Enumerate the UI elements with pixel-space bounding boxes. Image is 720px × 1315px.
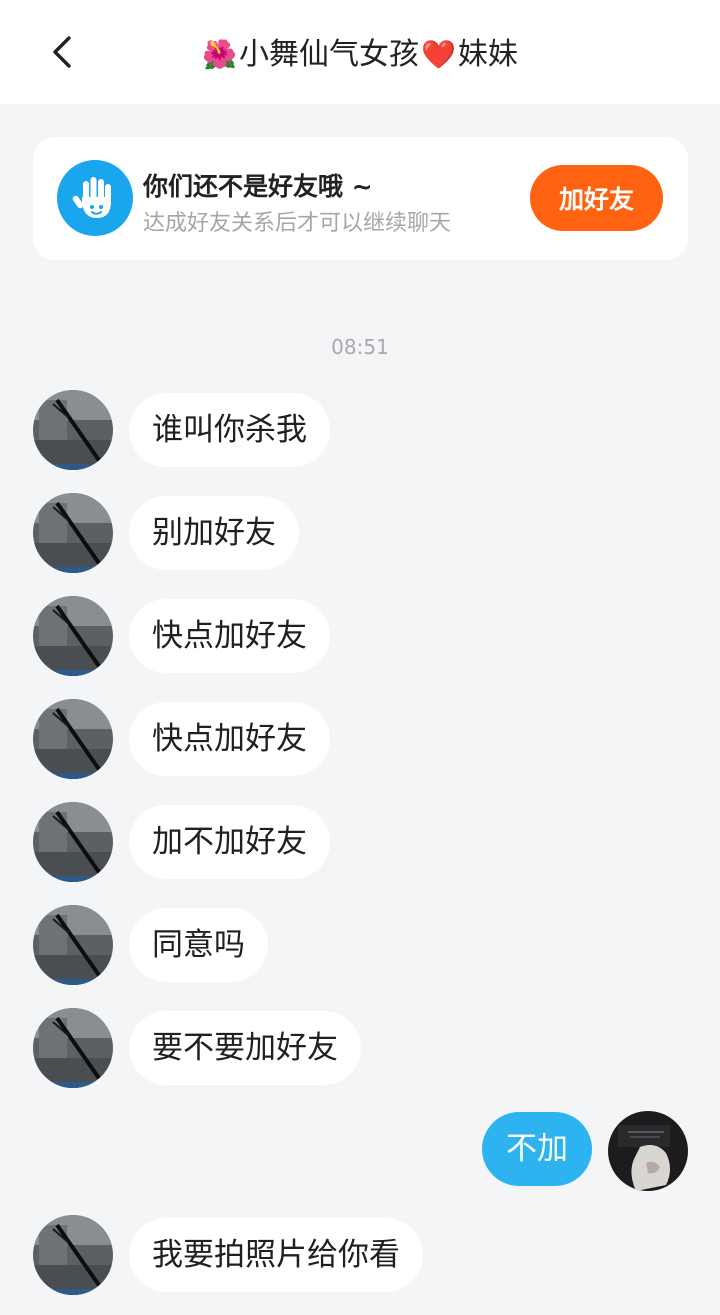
chat-header: 🌺 小舞仙气女孩 ❤️ 妹妹 xyxy=(0,0,720,104)
contact-avatar[interactable] xyxy=(33,1215,113,1295)
my-avatar[interactable] xyxy=(608,1111,688,1191)
contact-name-suffix: 妹妹 xyxy=(457,37,518,72)
contact-avatar[interactable] xyxy=(33,493,113,573)
incoming-message: 快点加好友 xyxy=(0,596,720,678)
hibiscus-icon: 🌺 xyxy=(202,38,237,71)
contact-name: 小舞仙气女孩 xyxy=(239,37,419,72)
message-bubble[interactable]: 同意吗 xyxy=(129,908,268,982)
incoming-message: 谁叫你杀我 xyxy=(0,390,720,472)
message-timestamp: 08:51 xyxy=(331,335,389,359)
message-bubble[interactable]: 我要拍照片给你看 xyxy=(129,1218,423,1292)
contact-avatar[interactable] xyxy=(33,596,113,676)
notice-title: 你们还不是好友哦 ~ xyxy=(143,172,373,201)
page-title: 🌺 小舞仙气女孩 ❤️ 妹妹 xyxy=(0,30,720,80)
incoming-message: 快点加好友 xyxy=(0,699,720,781)
message-bubble[interactable]: 加不加好友 xyxy=(129,805,330,879)
incoming-message: 我要拍照片给你看 xyxy=(0,1215,720,1297)
incoming-message: 同意吗 xyxy=(0,905,720,987)
not-friend-notice: 你们还不是好友哦 ~ 达成好友关系后才可以继续聊天 加好友 xyxy=(33,137,688,260)
message-bubble[interactable]: 要不要加好友 xyxy=(129,1011,361,1085)
heart-icon: ❤️ xyxy=(421,38,456,71)
add-friend-button[interactable]: 加好友 xyxy=(530,165,663,231)
contact-avatar[interactable] xyxy=(33,390,113,470)
message-bubble[interactable]: 快点加好友 xyxy=(129,702,330,776)
contact-avatar[interactable] xyxy=(33,905,113,985)
message-bubble[interactable]: 快点加好友 xyxy=(129,599,330,673)
contact-avatar[interactable] xyxy=(33,1008,113,1088)
hand-wave-icon xyxy=(57,160,133,236)
notice-subtitle: 达成好友关系后才可以继续聊天 xyxy=(143,211,452,236)
contact-avatar[interactable] xyxy=(33,802,113,882)
message-bubble[interactable]: 别加好友 xyxy=(129,496,299,570)
message-bubble-outgoing[interactable]: 不加 xyxy=(482,1112,592,1186)
message-bubble[interactable]: 谁叫你杀我 xyxy=(129,393,330,467)
incoming-message: 加不加好友 xyxy=(0,802,720,884)
incoming-message: 要不要加好友 xyxy=(0,1008,720,1090)
contact-avatar[interactable] xyxy=(33,699,113,779)
outgoing-message: 不加 xyxy=(0,1111,720,1193)
incoming-message: 别加好友 xyxy=(0,493,720,575)
